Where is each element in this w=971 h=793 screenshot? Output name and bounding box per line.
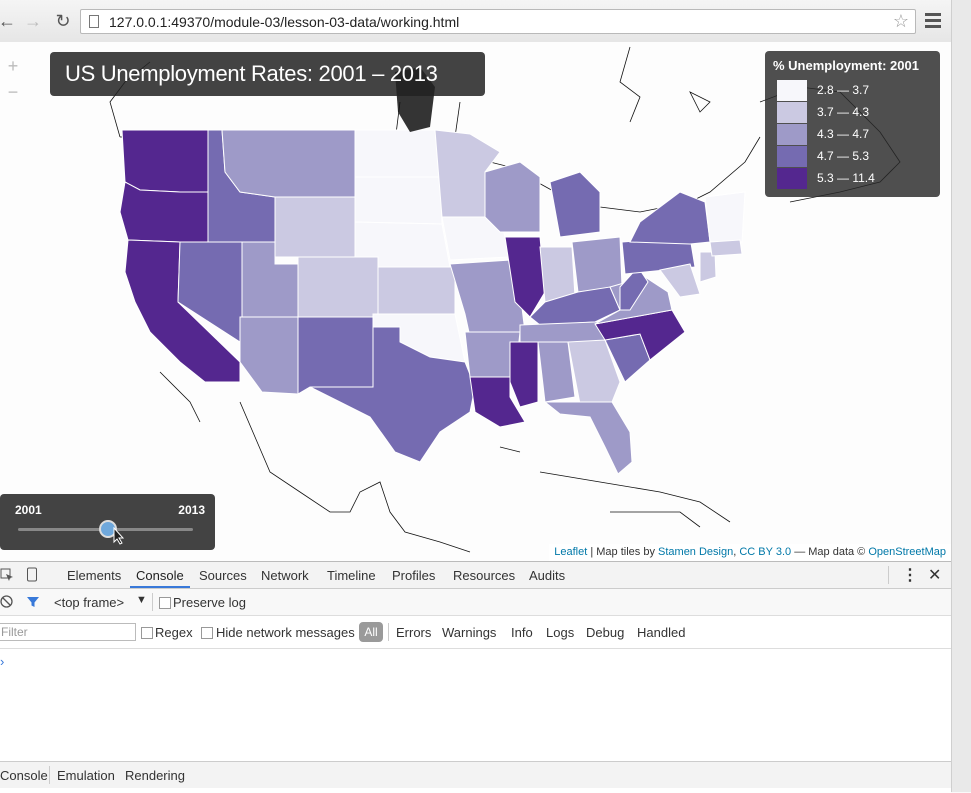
- divider: [388, 623, 389, 641]
- url-text[interactable]: 127.0.0.1:49370/module-03/lesson-03-data…: [109, 14, 459, 30]
- tab-elements[interactable]: Elements: [67, 568, 121, 583]
- attribution-text: — Map data ©: [791, 546, 869, 558]
- preserve-log-checkbox[interactable]: [159, 597, 171, 609]
- osm-link[interactable]: OpenStreetMap: [868, 546, 946, 558]
- tab-profiles[interactable]: Profiles: [392, 568, 435, 583]
- level-info-button[interactable]: Info: [511, 625, 533, 640]
- drawer-tab-emulation[interactable]: Emulation: [57, 768, 115, 783]
- divider: [888, 566, 889, 584]
- legend-swatch: [777, 80, 807, 101]
- drawer-tab-rendering[interactable]: Rendering: [125, 768, 185, 783]
- devtools-panel: Elements Console Sources Network Timelin…: [0, 561, 951, 793]
- stamen-link[interactable]: Stamen Design: [658, 546, 733, 558]
- hide-network-label: Hide network messages: [216, 625, 355, 640]
- tab-timeline[interactable]: Timeline: [327, 568, 376, 583]
- level-errors-button[interactable]: Errors: [396, 625, 431, 640]
- legend-item: 5.3 — 11.4: [773, 168, 932, 190]
- level-warnings-button[interactable]: Warnings: [442, 625, 496, 640]
- cc-link[interactable]: CC BY 3.0: [739, 546, 791, 558]
- regex-label: Regex: [155, 625, 193, 640]
- divider: [152, 593, 153, 611]
- legend-item: 2.8 — 3.7: [773, 80, 932, 102]
- drawer-tab-bar: Console Emulation Rendering: [0, 761, 951, 788]
- hamburger-menu-icon[interactable]: [925, 13, 941, 29]
- legend: % Unemployment: 2001 2.8 — 3.7 3.7 — 4.3…: [765, 51, 940, 197]
- bookmark-star-icon[interactable]: ☆: [893, 11, 909, 32]
- drawer-tab-console[interactable]: Console: [0, 768, 48, 783]
- browser-toolbar: ← → ↻ 127.0.0.1:49370/module-03/lesson-0…: [0, 0, 951, 43]
- legend-swatch: [777, 102, 807, 123]
- console-prompt-icon[interactable]: ›: [0, 654, 4, 669]
- device-mode-icon[interactable]: [26, 567, 38, 582]
- legend-swatch: [777, 168, 807, 189]
- back-arrow-icon[interactable]: ←: [0, 10, 18, 32]
- close-devtools-icon[interactable]: ✕: [928, 565, 941, 585]
- legend-item: 4.7 — 5.3: [773, 146, 932, 168]
- hide-network-checkbox[interactable]: [201, 627, 213, 639]
- leaflet-link[interactable]: Leaflet: [554, 546, 587, 558]
- clear-console-icon[interactable]: [0, 595, 13, 608]
- legend-item: 4.3 — 4.7: [773, 124, 932, 146]
- tab-console[interactable]: Console: [136, 568, 184, 583]
- legend-title: % Unemployment: 2001: [773, 58, 919, 73]
- filter-icon[interactable]: [26, 595, 40, 609]
- address-bar[interactable]: 127.0.0.1:49370/module-03/lesson-03-data…: [80, 9, 916, 34]
- forward-arrow-icon[interactable]: →: [22, 10, 44, 32]
- legend-label: 5.3 — 11.4: [817, 171, 875, 185]
- window-edge: [951, 0, 971, 792]
- mouse-cursor-icon: [113, 527, 125, 545]
- legend-label: 2.8 — 3.7: [817, 83, 870, 97]
- legend-item: 3.7 — 4.3: [773, 102, 932, 124]
- inspect-element-icon[interactable]: [0, 568, 14, 582]
- console-filter-bar: Filter Regex Hide network messages All E…: [0, 616, 951, 649]
- tab-network[interactable]: Network: [261, 568, 309, 583]
- legend-swatch: [777, 124, 807, 145]
- filter-input[interactable]: Filter: [0, 623, 136, 641]
- active-tab-indicator: [130, 586, 190, 588]
- legend-label: 3.7 — 4.3: [817, 105, 870, 119]
- map-attribution: Leaflet | Map tiles by Stamen Design, CC…: [549, 544, 951, 561]
- level-logs-button[interactable]: Logs: [546, 625, 574, 640]
- dropdown-arrow-icon[interactable]: ▼: [136, 594, 147, 606]
- attribution-text: | Map tiles by: [587, 546, 659, 558]
- reload-icon[interactable]: ↻: [52, 10, 74, 32]
- divider: [49, 766, 50, 784]
- regex-checkbox[interactable]: [141, 627, 153, 639]
- more-options-icon[interactable]: ⋮: [902, 565, 918, 585]
- slider-max-label: 2013: [178, 503, 205, 517]
- level-all-button[interactable]: All: [359, 622, 383, 642]
- tab-sources[interactable]: Sources: [199, 568, 247, 583]
- devtools-tab-bar: Elements Console Sources Network Timelin…: [0, 562, 951, 589]
- zoom-in-button[interactable]: +: [0, 54, 26, 80]
- zoom-control: + −: [0, 54, 26, 106]
- page-icon: [89, 15, 99, 28]
- preserve-log-label: Preserve log: [173, 595, 246, 610]
- legend-swatch: [777, 146, 807, 167]
- level-handled-button[interactable]: Handled: [637, 625, 685, 640]
- tab-audits[interactable]: Audits: [529, 568, 565, 583]
- slider-min-label: 2001: [15, 503, 42, 517]
- state-polygons: [119, 129, 746, 475]
- year-slider[interactable]: [18, 520, 193, 538]
- frame-selector[interactable]: <top frame>: [54, 595, 124, 610]
- map-title: US Unemployment Rates: 2001 – 2013: [50, 52, 485, 96]
- legend-label: 4.7 — 5.3: [817, 149, 870, 163]
- leaflet-map[interactable]: + − US Unemployment Rates: 2001 – 2013 %…: [0, 42, 951, 561]
- zoom-out-button[interactable]: −: [0, 80, 26, 106]
- console-toolbar: <top frame> ▼ Preserve log: [0, 589, 951, 616]
- year-slider-control: 2001 2013: [0, 494, 215, 550]
- level-debug-button[interactable]: Debug: [586, 625, 624, 640]
- legend-label: 4.3 — 4.7: [817, 127, 870, 141]
- tab-resources[interactable]: Resources: [453, 568, 515, 583]
